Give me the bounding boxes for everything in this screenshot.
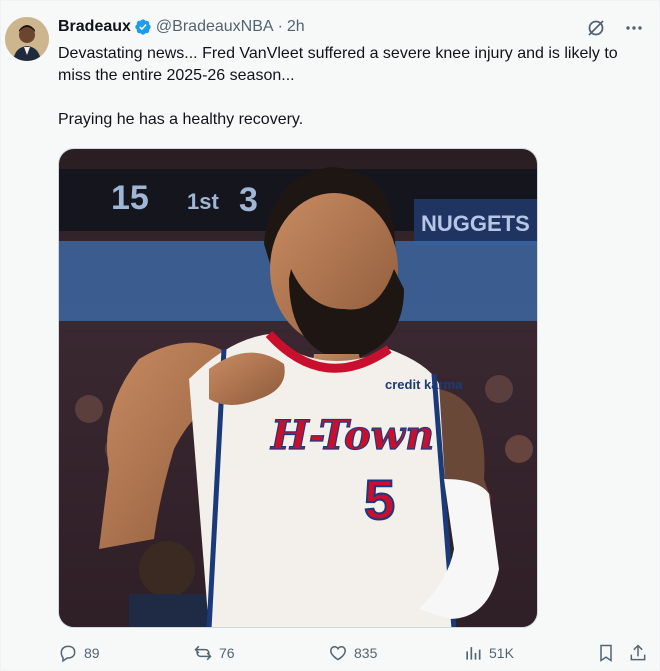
- author-name[interactable]: Bradeaux: [58, 18, 131, 36]
- repost-button[interactable]: 76: [193, 643, 235, 663]
- scoreboard-c: 3: [239, 181, 258, 219]
- heart-icon: [330, 645, 346, 661]
- tweet-media-image[interactable]: 15 1st 3 NUGGETS H-Town 5 credit karma: [58, 148, 538, 628]
- tweet-footer: 89 76 835 51K: [58, 641, 653, 665]
- separator-dot: ·: [277, 18, 283, 35]
- grok-icon[interactable]: [585, 17, 607, 39]
- post-time[interactable]: 2h: [287, 18, 305, 36]
- views-chart-icon: [466, 647, 481, 660]
- like-count: 835: [354, 645, 378, 661]
- jersey-sponsor: credit karma: [385, 377, 463, 392]
- more-options-icon[interactable]: [623, 17, 645, 39]
- avatar[interactable]: [5, 17, 49, 61]
- jersey-number: 5: [364, 468, 395, 531]
- share-button[interactable]: [628, 643, 648, 663]
- tweet-card: Bradeaux @BradeauxNBA · 2h Devastating n…: [0, 0, 660, 671]
- avatar-image: [5, 17, 49, 61]
- tweet-text-line-1: Devastating news... Fred VanVleet suffer…: [58, 45, 618, 84]
- bookmark-button[interactable]: [596, 643, 616, 663]
- share-icon: [630, 644, 646, 661]
- views-button[interactable]: 51K: [463, 643, 514, 663]
- reply-button[interactable]: 89: [58, 643, 100, 663]
- views-count: 51K: [489, 645, 514, 661]
- scoreboard-a: 15: [111, 179, 149, 217]
- reply-icon: [60, 645, 76, 663]
- scoreboard-team: NUGGETS: [421, 211, 530, 236]
- like-button[interactable]: 835: [328, 643, 377, 663]
- tweet-text: Devastating news... Fred VanVleet suffer…: [58, 43, 653, 131]
- jersey-city-text: H-Town: [270, 412, 434, 459]
- author-handle[interactable]: @BradeauxNBA: [156, 18, 274, 36]
- reply-count: 89: [84, 645, 100, 661]
- tweet-top-actions: [585, 17, 645, 39]
- verified-badge-icon: [135, 19, 151, 35]
- tweet-header: Bradeaux @BradeauxNBA · 2h: [58, 18, 305, 36]
- player-photo: 15 1st 3 NUGGETS H-Town 5 credit karma: [59, 149, 537, 627]
- repost-count: 76: [219, 645, 235, 661]
- tweet-text-line-2: Praying he has a healthy recovery.: [58, 111, 304, 128]
- repost-icon: [194, 645, 212, 661]
- scoreboard-b: 1st: [187, 189, 219, 214]
- bookmark-icon: [600, 644, 612, 662]
